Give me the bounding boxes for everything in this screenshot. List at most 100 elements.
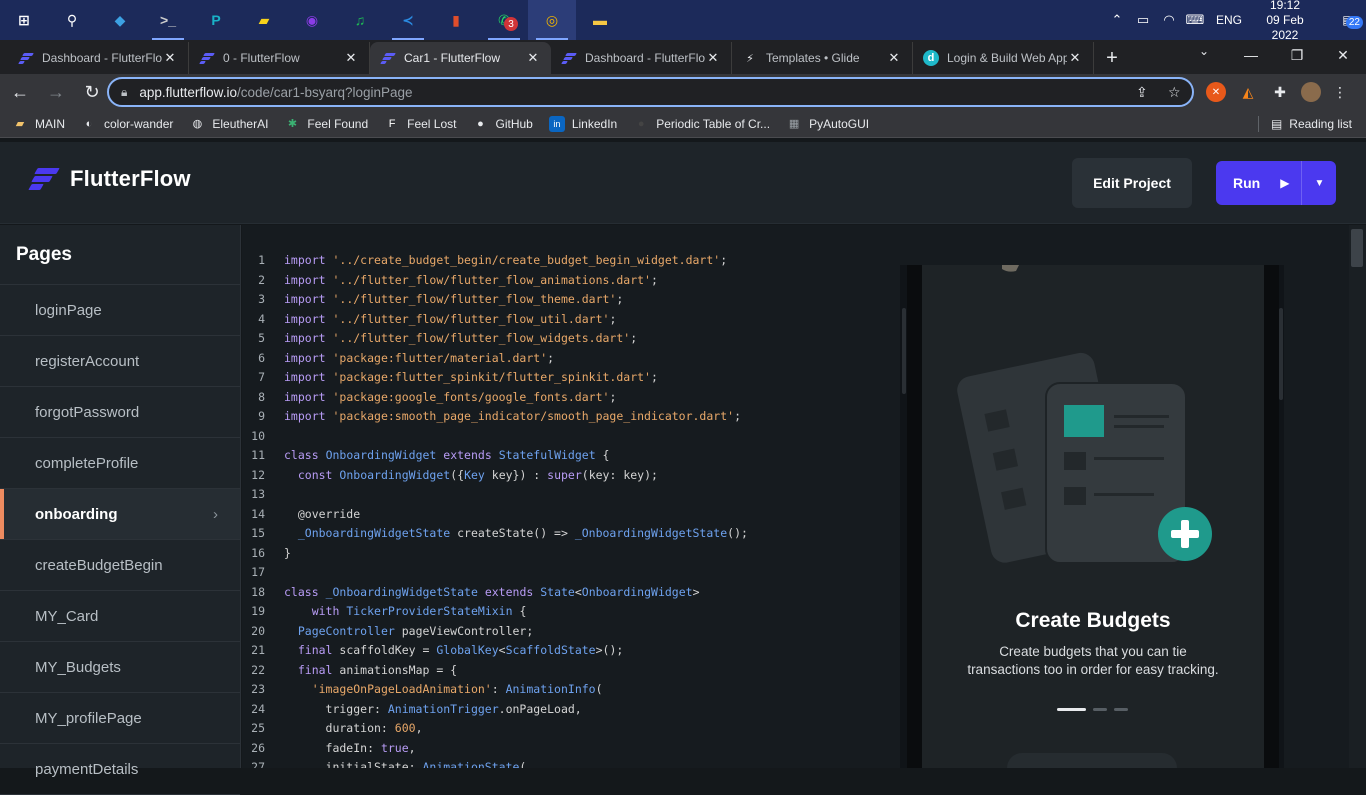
close-tab-icon[interactable]: ✕ [162,50,178,66]
metamask-icon[interactable]: ◭ [1238,82,1258,102]
line-number: 18 [251,584,265,599]
taskbar-app-button[interactable]: ▮ [432,0,480,40]
line-number: 16 [251,545,265,560]
page-item-onboarding[interactable]: onboarding › [0,489,240,540]
lock-icon[interactable]: 🔒︎ [121,85,127,100]
clock[interactable]: 19:12 09 Feb 2022 [1254,0,1316,43]
page-item-loginPage[interactable]: loginPage [0,285,240,336]
page-item-MY_profilePage[interactable]: MY_profilePage [0,693,240,744]
extension-brave-icon[interactable]: ✕ [1206,82,1226,102]
taskbar-app-button[interactable]: ▬ [576,0,624,40]
browser-tab[interactable]: Dashboard - FlutterFlow ✕ [551,42,732,74]
restore-button[interactable]: ❐ [1274,40,1320,70]
reading-list-label: Reading list [1289,117,1352,131]
page-item-MY_Budgets[interactable]: MY_Budgets [0,642,240,693]
pages-sidebar: Pages loginPage registerAccount forgotPass… [0,225,241,795]
forward-button[interactable]: → [40,76,72,108]
page-item-forgotPassword[interactable]: forgotPassword [0,387,240,438]
close-tab-icon[interactable]: ✕ [343,50,359,66]
browser-tab[interactable]: Dashboard - FlutterFlow ✕ [8,42,189,74]
page-indicator-dot[interactable] [1093,708,1107,711]
close-tab-icon[interactable]: ✕ [705,50,721,66]
run-button[interactable]: Run ▶ ▼ [1216,161,1336,205]
extensions-puzzle-icon[interactable]: ✚ [1270,82,1290,102]
taskbar-app-button[interactable]: ◉ [288,0,336,40]
code-line: 13 [242,485,748,505]
line-number: 14 [251,506,265,521]
scrollbar-thumb[interactable] [1351,229,1363,267]
bookmark-item[interactable]: ● GitHub [472,116,533,132]
profile-avatar[interactable] [1301,82,1321,102]
share-icon[interactable]: ⇪ [1136,84,1148,101]
line-number: 21 [251,643,265,657]
browser-tab[interactable]: 0 - FlutterFlow ✕ [189,42,370,74]
language-indicator[interactable]: ENG [1216,13,1242,27]
bookmark-item[interactable]: ▦ PyAutoGUI [786,116,869,132]
taskbar-app-button[interactable]: P [192,0,240,40]
bookmark-item[interactable]: ✱ Feel Found [284,116,368,132]
back-button[interactable]: ← [4,76,36,108]
code-text: fadeIn: true, [284,740,416,755]
chevron-up-icon[interactable]: ⌃ [1104,12,1130,28]
address-bar[interactable]: 🔒︎ app.flutterflow.io/code/car1-bsyarq?l… [107,77,1194,107]
browser-tab[interactable]: ⚡ Templates • Glide ✕ [732,42,913,74]
bookmark-label: GitHub [495,116,533,131]
bookmark-star-icon[interactable]: ☆ [1168,84,1181,101]
close-tab-icon[interactable]: ✕ [525,50,541,66]
page-indicator-dot[interactable] [1057,708,1086,711]
code-scrollbar[interactable] [1349,225,1366,768]
minimize-button[interactable]: — [1228,40,1274,70]
edit-project-button[interactable]: Edit Project [1072,158,1192,208]
bookmark-item[interactable]: ▰ MAIN [12,116,65,132]
close-window-button[interactable]: ✕ [1320,40,1366,70]
page-indicator[interactable] [1057,708,1135,711]
chevron-down-icon[interactable]: ▼ [1314,178,1324,189]
code-text: import 'package:flutter/material.dart'; [284,350,555,365]
code-line: 8 import 'package:google_fonts/google_fon… [242,388,748,408]
git-app-icon: ◆ [114,11,126,28]
notification-center-button[interactable]: ▤ 22 [1330,0,1366,40]
browser-tab[interactable]: Car1 - FlutterFlow ✕ [370,42,551,74]
browser-menu-icon[interactable]: ⋮ [1330,82,1350,102]
clock-time: 19:12 [1269,0,1301,12]
bookmark-item[interactable]: in LinkedIn [548,115,617,132]
page-indicator-dot[interactable] [1114,708,1128,711]
browser-tab[interactable]: d Login & Build Web Apps ✕ [913,42,1094,74]
doc-square [1064,487,1086,505]
page-item-registerAccount[interactable]: registerAccount [0,336,240,387]
keyboard-icon[interactable]: ⌨ [1182,12,1208,28]
taskbar-app-button[interactable]: >_ [144,0,192,40]
taskbar-app-button[interactable]: ⚲ [48,0,96,40]
reading-list-button[interactable]: ▤ Reading list [1257,116,1352,132]
taskbar-app-button[interactable]: ♫ [336,0,384,40]
bookmark-item[interactable]: ◍ EleutherAI [189,116,269,132]
bookmark-label: Periodic Table of Cr... [656,116,771,131]
bookmark-item[interactable]: ◐ color-wander [81,116,174,132]
reload-button[interactable]: ↻ [76,76,108,108]
brand-logo[interactable]: FlutterFlow [28,166,191,192]
taskbar-apps: ⊞ ⚲ ◆ >_ P ▰ ◉ ♫ ≺ ▮ ✆3 ◎ ▬ [0,0,624,40]
battery-icon[interactable]: ▭ [1130,12,1156,28]
close-tab-icon[interactable]: ✕ [1067,50,1083,66]
page-item-paymentDetails[interactable]: paymentDetails [0,744,240,795]
new-tab-button[interactable]: + [1094,42,1130,74]
page-item-completeProfile[interactable]: completeProfile [0,438,240,489]
taskbar-app-button[interactable]: ◆ [96,0,144,40]
page-item-createBudgetBegin[interactable]: createBudgetBegin [0,540,240,591]
code-line: 7 import 'package:flutter_spinkit/flutter… [242,368,748,388]
flutterflow-favicon-icon [560,50,577,66]
close-tab-icon[interactable]: ✕ [886,50,902,66]
brand-name: FlutterFlow [70,166,191,191]
taskbar-app-button[interactable]: ⊞ [0,0,48,40]
doc-square [1064,452,1086,470]
bookmark-item[interactable]: F Feel Lost [384,116,457,132]
bookmark-item[interactable]: ● Periodic Table of Cr... [633,116,770,132]
taskbar-app-button[interactable]: ▰ [240,0,288,40]
page-item-MY_Card[interactable]: MY_Card [0,591,240,642]
tab-search-button[interactable]: ⌄ [1192,44,1216,58]
taskbar-app-button[interactable]: ≺ [384,0,432,40]
wifi-icon[interactable]: ◠ [1156,12,1182,28]
continue-button[interactable] [1007,753,1177,768]
taskbar-app-button[interactable]: ◎ [528,0,576,40]
taskbar-app-button[interactable]: ✆3 [480,0,528,40]
